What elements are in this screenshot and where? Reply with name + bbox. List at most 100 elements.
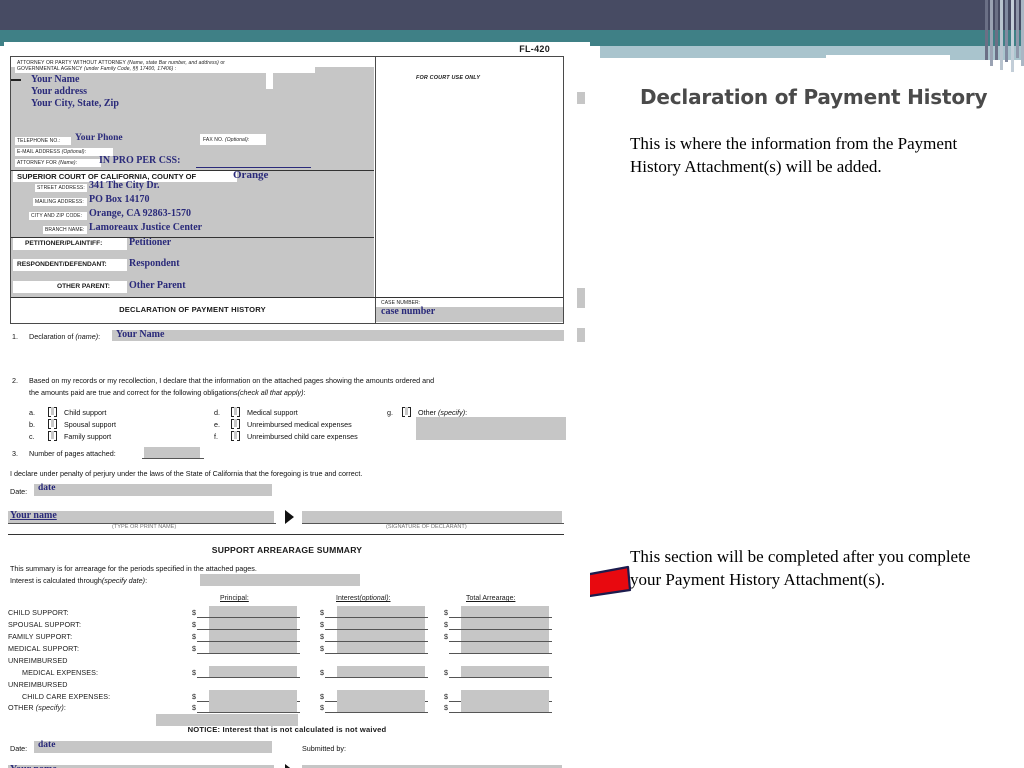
arrearage-cell-principal[interactable] [209,642,297,653]
petitioner-value: Petitioner [129,237,172,248]
checkbox-g[interactable] [402,407,411,417]
section-divider [8,534,564,535]
dollar-sign: $ [320,620,324,629]
respondent-value: Respondent [129,258,180,269]
checkbox-label-f: Unreimbursed child care expenses [247,432,358,441]
banner-dark-bar [0,0,1024,30]
dollar-sign: $ [192,668,196,677]
arrearage-row-label-family-support: FAMILY SUPPORT: [8,632,73,641]
court-divider [11,170,374,171]
banner-stripe-5b [1005,0,1008,62]
checkbox-letter-b: b. [29,420,35,429]
checkbox-c[interactable] [48,431,57,441]
arrearage-cell-total[interactable] [461,630,549,641]
date-field-1[interactable] [34,484,272,496]
arrearage-cell-interest[interactable] [337,666,425,677]
arrearage-cell-principal[interactable] [209,630,297,641]
other-parent-label: OTHER PARENT: [57,283,110,290]
banner-stripe-2 [990,0,993,66]
banner-stripe-7 [1016,0,1019,58]
dollar-sign: $ [444,632,448,641]
arrearage-cell-rule [325,712,428,713]
checkbox-d[interactable] [231,407,240,417]
typed-name-value-1: Your name [10,510,57,521]
checkbox-e[interactable] [231,419,240,429]
date-label-2: Date: [10,744,28,753]
signature-pointer-1 [285,510,294,524]
checkbox-b[interactable] [48,419,57,429]
arrearage-cell-total[interactable] [461,618,549,629]
street-value: 341 The City Dr. [89,180,160,191]
attorney-address-value: Your address [31,86,88,97]
dollar-sign: $ [320,703,324,712]
arrearage-cell-total[interactable] [461,701,549,712]
perjury-statement: I declare under penalty of perjury under… [10,469,363,478]
arrearage-cell-principal[interactable] [209,701,297,712]
arrearage-cell-interest[interactable] [337,618,425,629]
dollar-sign: $ [444,608,448,617]
fax-label: FAX NO. (Optional): [203,137,250,143]
banner-white-sliver-b [826,55,950,59]
arrearage-cell-interest[interactable] [337,701,425,712]
arrearage-heading: SUPPORT ARREARAGE SUMMARY [211,545,363,555]
scroll-nub-mid [577,288,585,308]
checkbox-a[interactable] [48,407,57,417]
attorney-caption-line2: GOVERNMENTAL AGENCY (under Family Code, … [17,66,177,72]
arrearage-cell-interest[interactable] [337,690,425,701]
dollar-sign: $ [320,668,324,677]
arrearage-cell-principal[interactable] [209,618,297,629]
attorney-for-rule [196,167,311,168]
checkbox-label-c: Family support [64,432,112,441]
dollar-sign: $ [444,692,448,701]
checkbox-letter-a: a. [29,408,35,417]
date-field-2[interactable] [34,741,272,753]
dollar-sign: $ [320,608,324,617]
dollar-sign: $ [444,668,448,677]
arrearage-cell-principal[interactable] [209,690,297,701]
item-1-field[interactable] [112,330,564,341]
dollar-sign: $ [320,632,324,641]
arrearage-row-label-other: OTHER (specify): [8,703,66,712]
item-2-line2: the amounts paid are true and correct fo… [29,388,306,397]
banner-stripe-1 [985,0,988,60]
arrearage-cell-rule [449,677,552,678]
arrearage-cell-interest[interactable] [337,642,425,653]
attorney-white-notch [266,73,273,89]
type-or-print-caption-1: (TYPE OR PRINT NAME) [112,524,177,530]
arrearage-row-label-unreimbursed-1: UNREIMBURSED [8,656,68,665]
other-specify-field[interactable] [416,417,566,440]
telephone-label: TELEPHONE NO.: [17,138,61,144]
item-2-number: 2. [12,376,18,385]
typed-name-value-2: Your name [10,764,57,768]
arrearage-cell-interest[interactable] [337,606,425,617]
dollar-sign: $ [444,620,448,629]
item-3-field[interactable] [144,447,200,458]
item-1-value: Your Name [116,329,165,340]
mailing-value: PO Box 14170 [89,194,150,205]
checkbox-f[interactable] [231,431,240,441]
interest-notice: NOTICE: Interest that is not calculated … [187,725,387,734]
arrearage-cell-total[interactable] [461,690,549,701]
arrearage-cell-total[interactable] [461,606,549,617]
signature-field-1[interactable] [302,511,562,523]
signature-pointer-2 [285,764,294,768]
column-header-total: Total Arrearage: [466,595,516,602]
arrearage-cell-principal[interactable] [209,666,297,677]
attorney-for-value: IN PRO PER CSS: [99,155,181,166]
arrearage-cell-principal[interactable] [209,606,297,617]
checkbox-label-a: Child support [64,408,107,417]
item-3-rule [142,458,204,459]
arrearage-cell-interest[interactable] [337,630,425,641]
date-value-2: date [38,740,56,750]
dollar-sign: $ [192,644,196,653]
arrearage-cell-total[interactable] [461,666,549,677]
date-value-1: date [38,483,56,493]
mailing-label: MAILING ADDRESS: [35,199,84,205]
scroll-nub-top [577,92,585,104]
arrearage-row-label-unreimbursed-2: UNREIMBURSED [8,680,68,689]
banner-white-base [600,63,1024,76]
arrearage-cell-rule [449,653,552,654]
arrearage-cell-total[interactable] [461,642,549,653]
interest-through-date-field[interactable] [200,574,360,586]
arrearage-cell-rule [197,712,300,713]
